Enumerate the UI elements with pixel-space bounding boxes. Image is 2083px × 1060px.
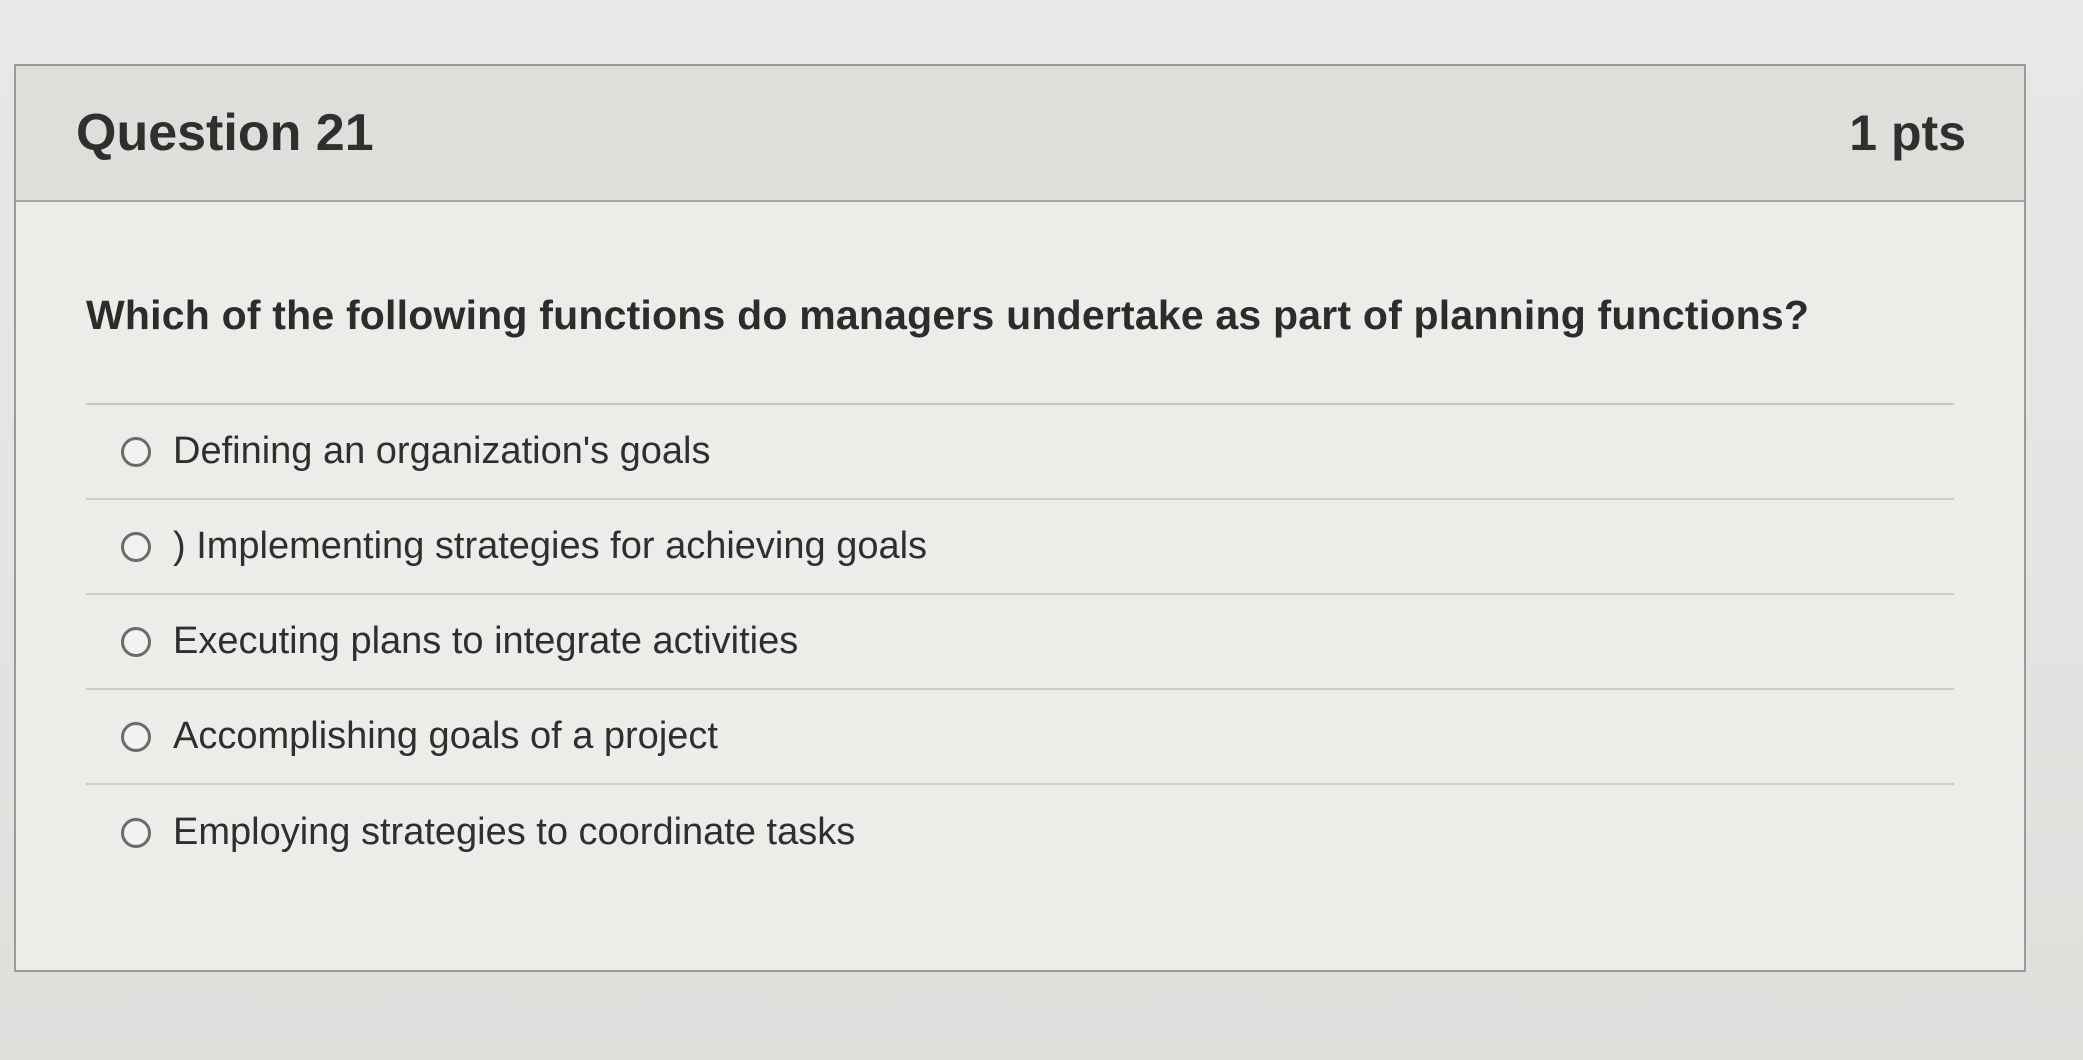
question-body: Which of the following functions do mana… <box>16 202 2024 880</box>
answer-label[interactable]: Executing plans to integrate activities <box>173 620 798 663</box>
answer-label[interactable]: ) Implementing strategies for achieving … <box>173 525 927 568</box>
answer-option[interactable]: Defining an organization's goals <box>86 405 1954 500</box>
radio-button[interactable] <box>121 817 151 848</box>
answer-option[interactable]: Executing plans to integrate activities <box>86 595 1954 690</box>
answer-option[interactable]: ) Implementing strategies for achieving … <box>86 500 1954 595</box>
radio-button[interactable] <box>121 626 151 657</box>
radio-button[interactable] <box>121 531 151 562</box>
question-title: Question 21 <box>76 104 374 162</box>
answer-label[interactable]: Defining an organization's goals <box>173 430 711 473</box>
question-text: Which of the following functions do mana… <box>86 292 1810 338</box>
radio-button[interactable] <box>121 721 151 752</box>
answer-option[interactable]: Accomplishing goals of a project <box>86 690 1954 785</box>
question-points: 1 pts <box>1849 105 1966 161</box>
answer-label[interactable]: Employing strategies to coordinate tasks <box>173 811 855 854</box>
answer-option[interactable]: Employing strategies to coordinate tasks <box>86 785 1954 880</box>
radio-button[interactable] <box>121 436 151 467</box>
answer-list: Defining an organization's goals ) Imple… <box>86 405 1954 880</box>
question-header: Question 21 1 pts <box>16 66 2024 202</box>
answer-label[interactable]: Accomplishing goals of a project <box>173 715 718 758</box>
question-card: Question 21 1 pts Which of the following… <box>14 64 2026 972</box>
